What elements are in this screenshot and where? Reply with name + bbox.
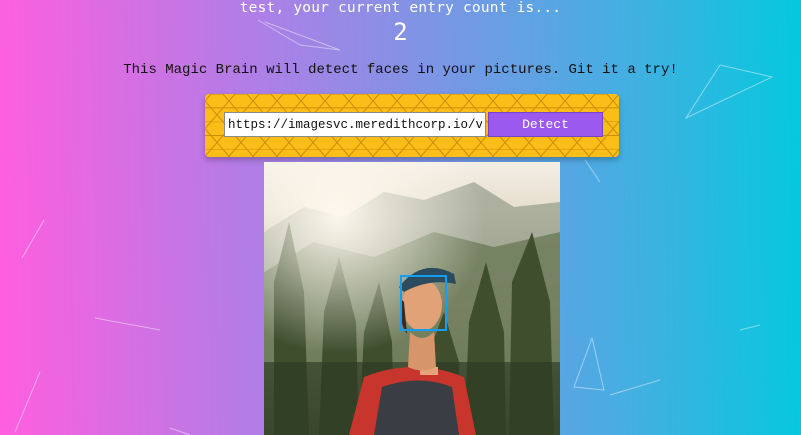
detect-button[interactable]: Detect [488, 112, 603, 137]
app-tagline: This Magic Brain will detect faces in yo… [123, 62, 678, 78]
image-url-input[interactable] [224, 112, 486, 137]
face-bounding-box [400, 275, 447, 331]
result-image [264, 162, 560, 435]
entry-count-value: 2 [393, 18, 408, 46]
image-url-form: Detect [205, 94, 619, 157]
entry-count-message: test, your current entry count is... [239, 0, 562, 16]
